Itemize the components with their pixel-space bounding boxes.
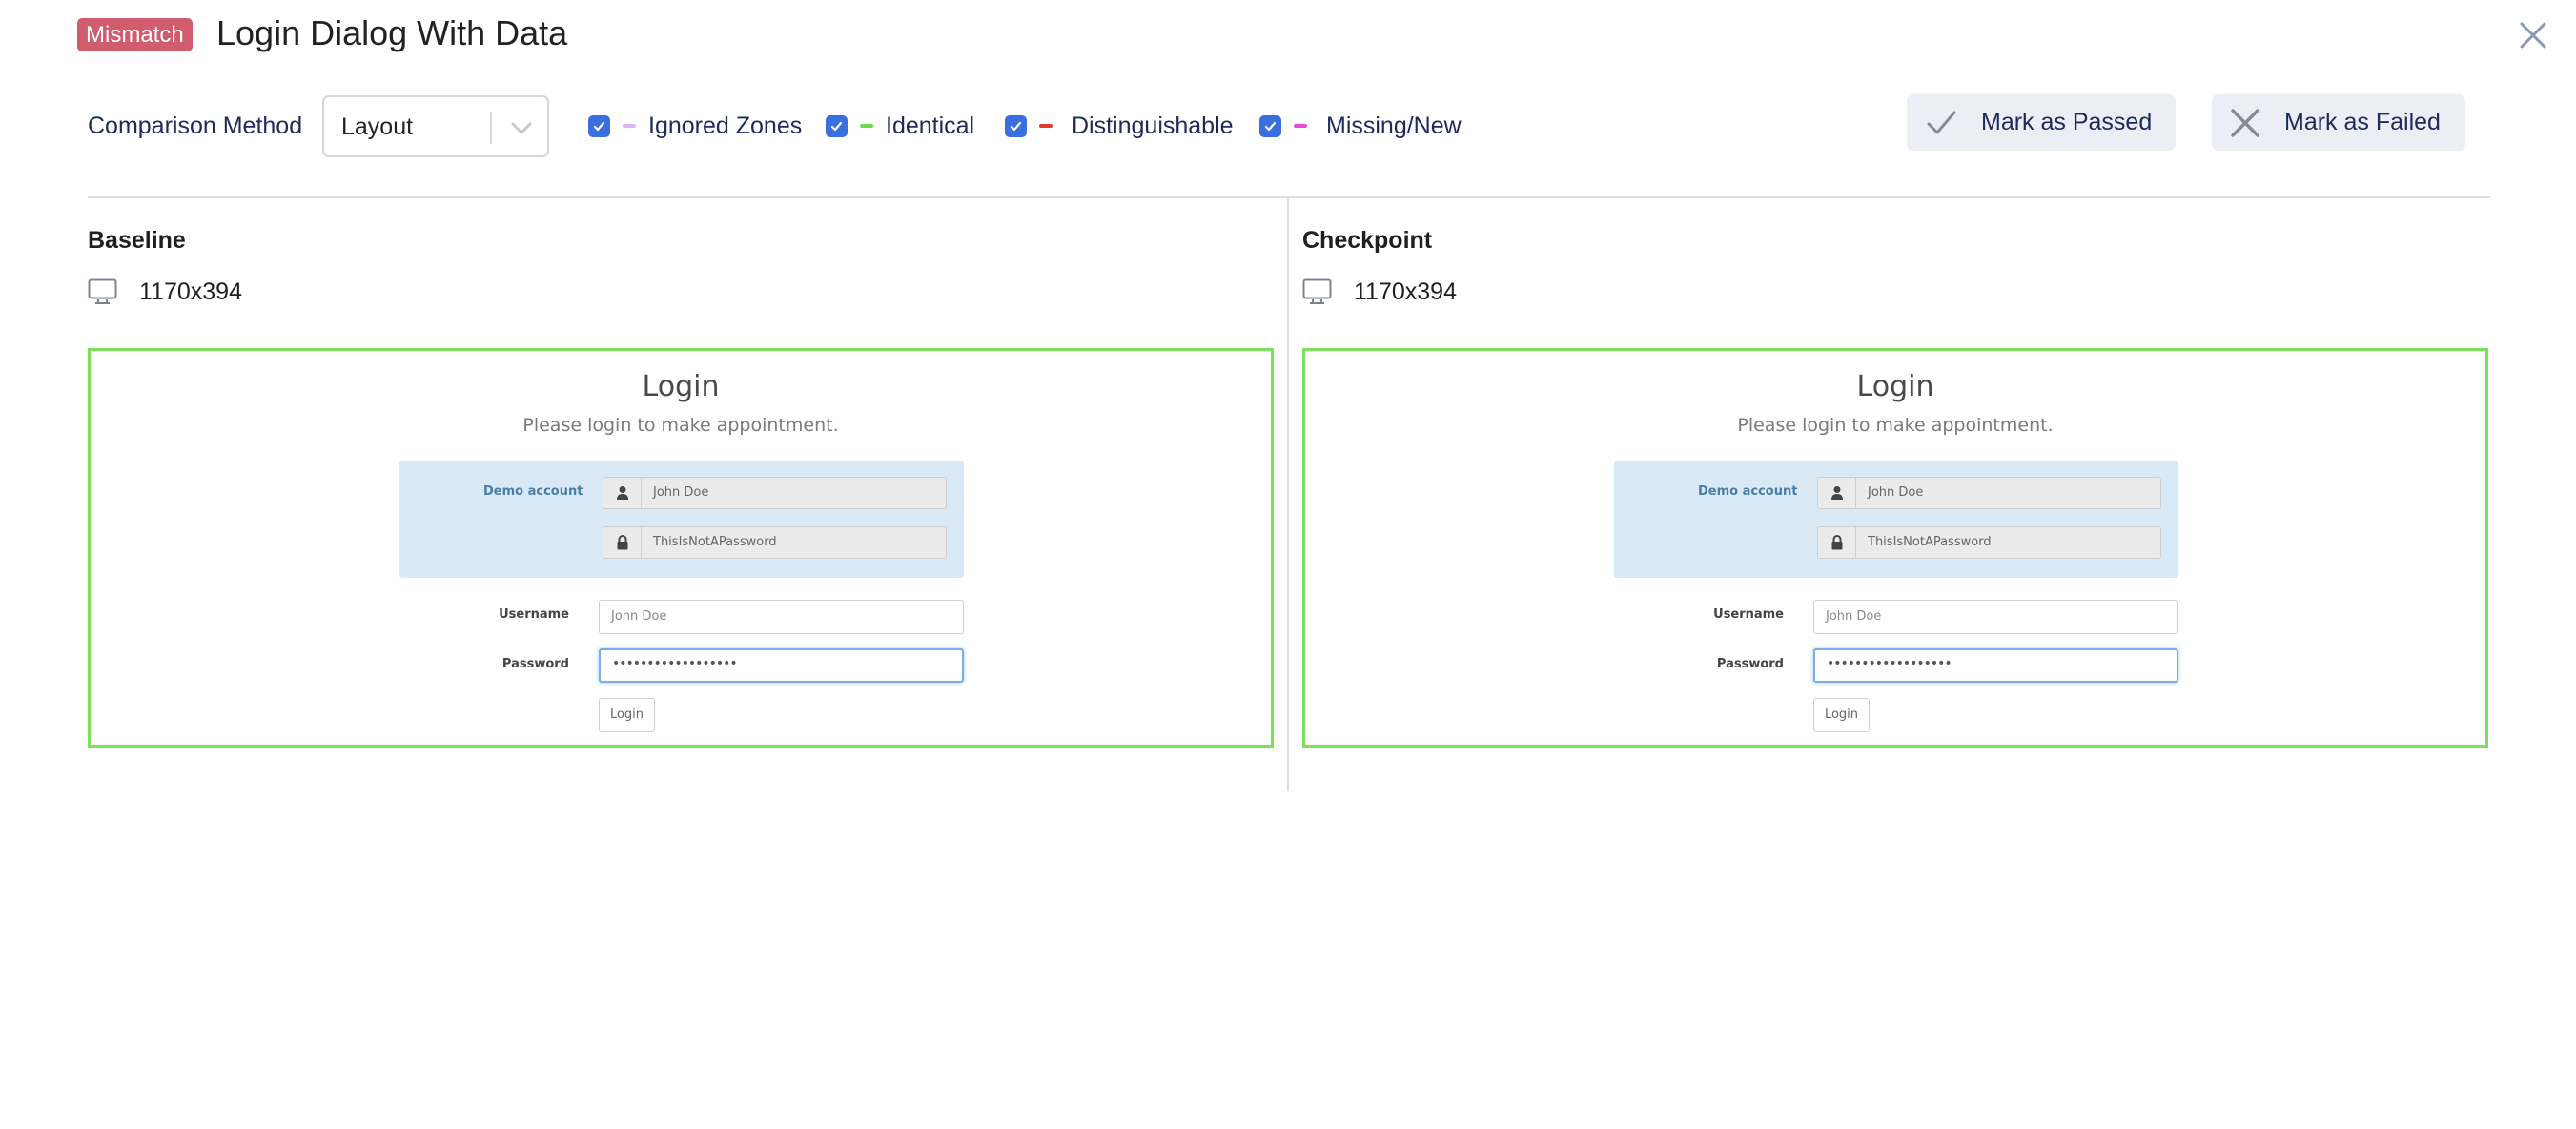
lock-icon (617, 535, 627, 550)
check-icon (1927, 111, 1956, 133)
legend-swatch-distinguishable (1039, 124, 1053, 128)
mark-as-passed-button[interactable]: Mark as Passed (1907, 94, 2176, 151)
user-icon (1830, 486, 1843, 500)
dimensions-text: 1170x394 (139, 277, 242, 305)
comparison-method-value: Layout (341, 113, 414, 140)
checkbox[interactable] (588, 114, 610, 137)
baseline-title: Baseline (88, 227, 186, 254)
filter-label: Distinguishable (1072, 113, 1234, 139)
close-button[interactable] (2517, 19, 2549, 51)
username-label: Username (499, 607, 569, 622)
monitor-icon (88, 278, 117, 304)
check-icon (830, 121, 843, 131)
filter-identical[interactable]: Identical (826, 111, 974, 141)
filter-label: Ignored Zones (648, 113, 803, 139)
dimensions-text: 1170x394 (1354, 277, 1457, 305)
check-icon (1264, 121, 1277, 131)
username-input: John Doe (599, 600, 964, 634)
x-icon (2231, 108, 2259, 137)
mark-as-failed-label: Mark as Failed (2284, 109, 2441, 135)
login-subheading: Please login to make appointment. (1737, 415, 2054, 436)
checkbox[interactable] (1005, 114, 1027, 137)
login-screenshot: Login Please login to make appointment. … (1305, 351, 2485, 745)
demo-username-field: John Doe (1817, 477, 2161, 509)
chevron-down-icon (511, 122, 532, 134)
lock-icon (1831, 535, 1842, 550)
checkpoint-dimensions: 1170x394 (1302, 277, 1457, 307)
login-heading: Login (1856, 370, 1934, 403)
baseline-image[interactable]: Login Please login to make appointment. … (88, 348, 1274, 748)
panel-divider (1287, 198, 1289, 791)
mark-as-passed-label: Mark as Passed (1981, 109, 2153, 135)
legend-swatch-missing (1294, 124, 1307, 128)
password-input: •••••••••••••••••• (1813, 648, 2178, 683)
monitor-icon (1302, 278, 1332, 304)
demo-account-label: Demo account (1698, 484, 1798, 499)
check-icon (593, 121, 605, 131)
password-label: Password (501, 657, 569, 671)
password-input: •••••••••••••••••• (599, 648, 964, 683)
demo-account-box: Demo account John Doe ThisIsNotAPassword (399, 461, 964, 578)
comparison-method-select[interactable]: Layout (322, 95, 549, 157)
demo-account-label: Demo account (483, 484, 583, 499)
demo-account-box: Demo account John Doe ThisIsNotAPassword (1614, 461, 2178, 578)
toolbar-divider (88, 196, 2490, 198)
status-badge: Mismatch (77, 18, 193, 51)
select-separator (490, 112, 492, 144)
legend-swatch-identical (860, 124, 873, 128)
demo-password-field: ThisIsNotAPassword (1817, 526, 2161, 559)
legend-swatch-ignored (623, 124, 636, 128)
username-input: John Doe (1813, 600, 2178, 634)
filter-missing-new[interactable]: Missing/New (1259, 111, 1462, 141)
login-heading: Login (642, 370, 720, 403)
filter-label: Missing/New (1326, 113, 1462, 139)
user-icon (616, 486, 628, 500)
checkpoint-image[interactable]: Login Please login to make appointment. … (1302, 348, 2488, 748)
mark-as-failed-button[interactable]: Mark as Failed (2212, 94, 2465, 151)
checkbox[interactable] (1259, 114, 1281, 137)
login-subheading: Please login to make appointment. (522, 415, 839, 436)
page-title: Login Dialog With Data (216, 13, 568, 52)
filter-label: Identical (886, 113, 975, 139)
login-screenshot: Login Please login to make appointment. … (91, 351, 1271, 745)
login-button: Login (1813, 698, 1870, 732)
close-icon (2520, 22, 2546, 49)
checkbox[interactable] (826, 114, 848, 137)
checkpoint-title: Checkpoint (1302, 227, 1433, 254)
comparison-method-label: Comparison Method (88, 113, 303, 139)
baseline-dimensions: 1170x394 (88, 277, 242, 307)
login-button: Login (599, 698, 655, 732)
username-label: Username (1713, 607, 1784, 622)
filter-distinguishable[interactable]: Distinguishable (1005, 111, 1234, 141)
demo-username-field: John Doe (603, 477, 947, 509)
demo-password-field: ThisIsNotAPassword (603, 526, 947, 559)
check-icon (1010, 121, 1022, 131)
filter-ignored-zones[interactable]: Ignored Zones (588, 111, 802, 141)
password-label: Password (1716, 657, 1784, 671)
